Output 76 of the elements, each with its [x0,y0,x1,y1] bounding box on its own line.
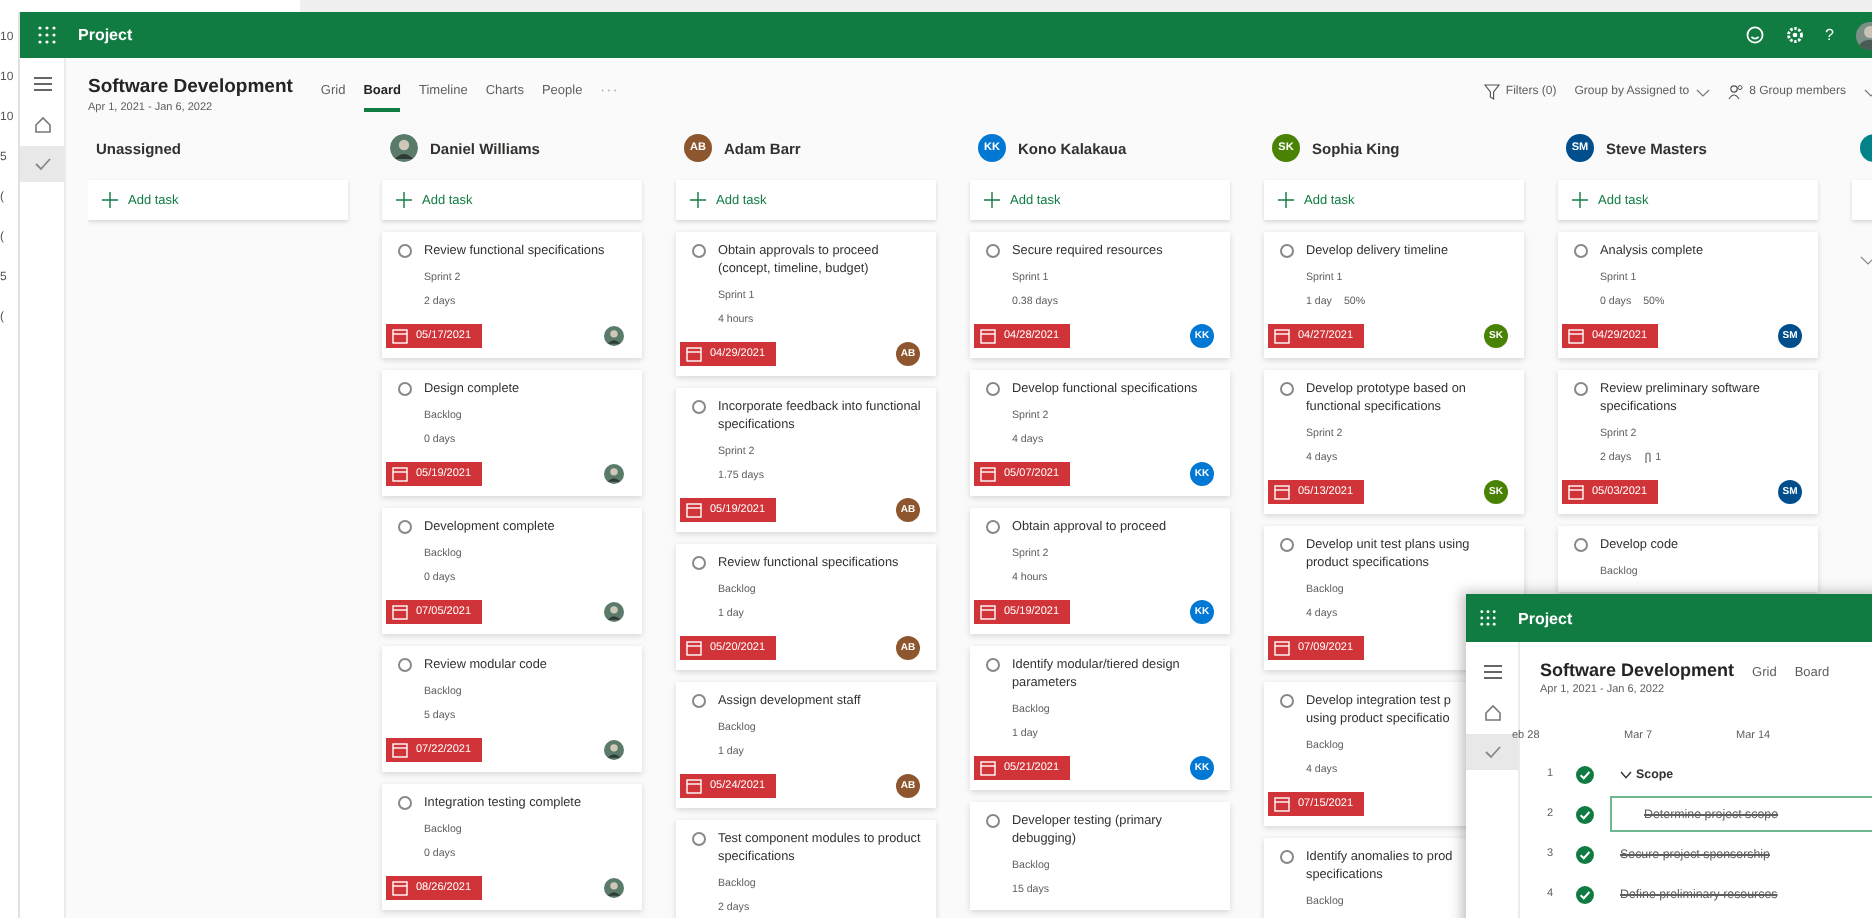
check-icon [33,156,51,172]
calendar-icon [686,346,702,362]
completed-icon[interactable] [1576,845,1594,863]
menu-icon [33,76,51,92]
calendar-icon [392,466,408,482]
calendar-icon [1274,484,1290,500]
plus-icon [396,192,412,208]
completed-icon[interactable] [1576,885,1594,903]
chevron-down-icon [1695,87,1710,97]
calendar-icon [686,502,702,518]
complete-checkbox[interactable] [986,244,1000,258]
complete-checkbox[interactable] [398,382,412,396]
calendar-icon [686,640,702,656]
completed-icon[interactable] [1576,765,1594,783]
plus-icon [102,192,118,208]
complete-checkbox[interactable] [1280,694,1294,708]
calendar-icon [392,742,408,758]
calendar-icon [980,604,996,620]
complete-checkbox[interactable] [1280,382,1294,396]
calendar-icon [1274,328,1290,344]
menu-icon [1483,664,1501,680]
calendar-icon [1568,484,1584,500]
attachment-icon [1643,452,1652,464]
complete-checkbox[interactable] [986,814,1000,828]
calendar-icon [392,880,408,896]
calendar-icon [980,760,996,776]
tasks-button[interactable] [1466,734,1518,770]
home-icon [33,115,51,133]
plus-icon [690,192,706,208]
complete-checkbox[interactable] [398,658,412,672]
complete-checkbox[interactable] [692,244,706,258]
plus-icon [984,192,1000,208]
calendar-icon [686,778,702,794]
complete-checkbox[interactable] [986,382,1000,396]
complete-checkbox[interactable] [1280,244,1294,258]
complete-checkbox[interactable] [1280,538,1294,552]
settings-icon[interactable] [1785,26,1804,44]
chevron-icon[interactable] [1620,769,1632,779]
chevron-down-icon[interactable] [1864,87,1872,97]
calendar-icon [392,328,408,344]
complete-checkbox[interactable] [986,658,1000,672]
complete-checkbox[interactable] [1574,244,1588,258]
app-title: Project [1518,609,1573,627]
help-button[interactable]: ? [1825,26,1834,44]
check-icon [1483,744,1501,760]
complete-checkbox[interactable] [398,796,412,810]
complete-checkbox[interactable] [692,400,706,414]
plus-icon [1278,192,1294,208]
complete-checkbox[interactable] [398,520,412,534]
complete-checkbox[interactable] [692,556,706,570]
project-title: Software Development [88,76,293,98]
complete-checkbox[interactable] [692,832,706,846]
project-title: Software Development [1540,660,1735,680]
complete-checkbox[interactable] [1574,538,1588,552]
complete-checkbox[interactable] [986,520,1000,534]
complete-checkbox[interactable] [1280,850,1294,864]
home-icon [1483,703,1501,721]
people-icon [1727,84,1744,100]
app-launcher-icon[interactable] [38,26,56,44]
complete-checkbox[interactable] [1574,382,1588,396]
plus-icon [1572,192,1588,208]
complete-checkbox[interactable] [398,244,412,258]
chevron-down-icon[interactable] [1860,256,1872,266]
calendar-icon [980,328,996,344]
calendar-icon [1568,328,1584,344]
app-launcher-icon[interactable] [1480,610,1496,626]
tasks-button[interactable] [20,146,64,182]
app-title: Project [78,26,133,44]
filter-icon [1483,84,1500,100]
smiley-icon[interactable] [1745,26,1764,44]
completed-icon[interactable] [1576,805,1594,823]
calendar-icon [1274,640,1290,656]
calendar-icon [980,466,996,482]
calendar-icon [392,604,408,620]
calendar-icon [1274,796,1290,812]
complete-checkbox[interactable] [692,694,706,708]
